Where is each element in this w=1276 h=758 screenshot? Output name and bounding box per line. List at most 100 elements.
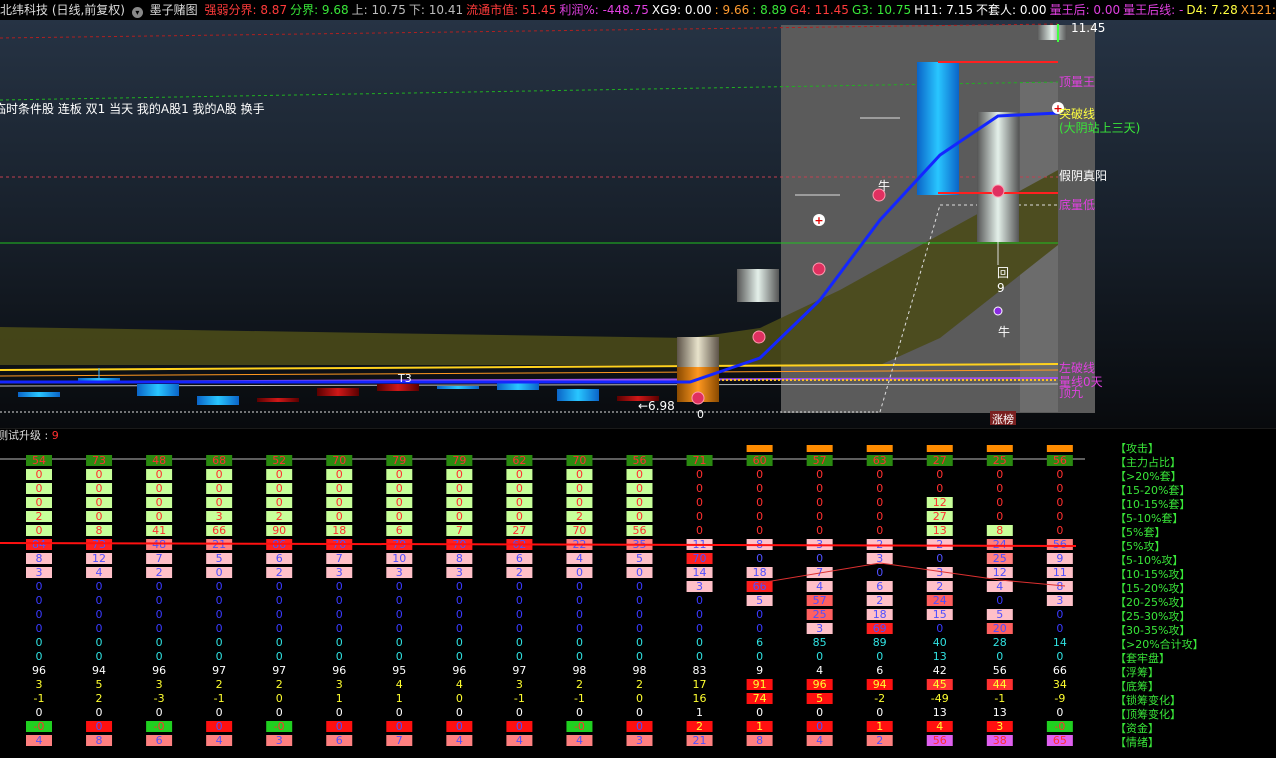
row-label: 【5%攻】	[1115, 539, 1165, 553]
grid-cell: 13	[933, 524, 947, 537]
grid-cell: 3	[156, 678, 163, 691]
grid-cell: -0	[1054, 720, 1065, 733]
grid-cell: 0	[996, 468, 1003, 481]
row-label: 【20-25%攻】	[1115, 595, 1190, 609]
grid-cell: 0	[576, 622, 583, 635]
grid-cell: 94	[92, 664, 106, 677]
grid-cell: 3	[36, 678, 43, 691]
grid-cell: 6	[876, 580, 883, 593]
grid-cell: 0	[96, 706, 103, 719]
grid-cell: 6	[276, 552, 283, 565]
grid-cell: 0	[996, 510, 1003, 523]
grid-cell: 4	[36, 734, 43, 747]
row-label: 【底筹】	[1115, 679, 1159, 693]
grid-cell: 4	[456, 678, 463, 691]
grid-cell: 98	[572, 664, 586, 677]
grid-cell: 96	[152, 664, 166, 677]
zero-label: 0	[697, 408, 704, 421]
attack-marker	[866, 445, 893, 452]
grid-cell: 0	[516, 706, 523, 719]
grid-cell: 3	[696, 580, 703, 593]
grid-cell: 56	[1053, 454, 1067, 467]
grid-cell: 84	[32, 538, 46, 551]
grid-cell: 8	[96, 734, 103, 747]
stock-title[interactable]: 北纬科技 (日线,前复权)	[0, 3, 125, 17]
grid-cell: 0	[216, 482, 223, 495]
grid-cell: 0	[336, 594, 343, 607]
candle	[677, 337, 719, 367]
grid-cell: 65	[1053, 734, 1067, 747]
row-label: 【>20%合计攻】	[1115, 637, 1204, 651]
right-label: 顶量王	[1059, 75, 1095, 89]
condition-bar[interactable]: 临时条件股 连板 双1 当天 我的A股1 我的A股 换手	[0, 101, 265, 116]
grid-cell: -0	[574, 720, 585, 733]
lower-indicator-panel[interactable]: 测试升级 : 9 54 73 48 68 52 70 79 79 62 70 56 71 60 57 63 2…	[0, 428, 1276, 758]
grid-cell: 0	[876, 496, 883, 509]
grid-cell: 3	[276, 734, 283, 747]
grid-cell: -0	[34, 720, 45, 733]
grid-cell: 0	[96, 636, 103, 649]
grid-cell: 0	[876, 524, 883, 537]
grid-cell: 0	[96, 496, 103, 509]
grid-cell: 0	[456, 580, 463, 593]
grid-cell: 3	[36, 566, 43, 579]
grid-cell: 60	[753, 454, 767, 467]
grid-cell: 0	[156, 706, 163, 719]
grid-cell: 6	[756, 636, 763, 649]
grid-cell: 0	[36, 496, 43, 509]
grid-cell: 0	[876, 706, 883, 719]
candle	[1037, 25, 1067, 40]
grid-cell: 0	[1056, 650, 1063, 663]
row-label: 【情绪】	[1115, 735, 1159, 749]
grid-cell: 0	[96, 594, 103, 607]
grid-cell: 8	[96, 524, 103, 537]
grid-cell: 0	[1056, 482, 1063, 495]
grid-cell: 0	[336, 636, 343, 649]
grid-cell: 41	[152, 524, 166, 537]
grid-cell: 0	[336, 706, 343, 719]
grid-cell: 0	[996, 594, 1003, 607]
grid-cell: 7	[396, 734, 403, 747]
grid-cell: 2	[636, 678, 643, 691]
grid-cell: 57	[813, 454, 827, 467]
pink-dot-marker	[812, 262, 826, 276]
grid-cell: 0	[156, 622, 163, 635]
grid-cell: 0	[156, 580, 163, 593]
grid-cell: 0	[276, 468, 283, 481]
indicator-item: D4: 7.28	[1186, 3, 1238, 17]
grid-cell: 2	[576, 678, 583, 691]
grid-cell: -0	[274, 720, 285, 733]
grid-cell: 0	[216, 622, 223, 635]
grid-cell: 0	[636, 720, 643, 733]
grid-cell: 2	[216, 678, 223, 691]
grid-cell: 0	[456, 496, 463, 509]
kline-chart[interactable]: + + 临时条件股 连板 双1 当天 我的A股1 我的A股 换手 11.45 ←…	[0, 20, 1276, 428]
grid-cell: 0	[756, 608, 763, 621]
grid-cell: 0	[276, 650, 283, 663]
grid-cell: 63	[873, 454, 887, 467]
niu-label-2: 牛	[998, 324, 1010, 339]
grid-cell: 0	[36, 482, 43, 495]
grid-cell: 73	[92, 454, 106, 467]
grid-cell: 56	[1053, 538, 1067, 551]
grid-cell: 85	[813, 636, 827, 649]
pink-dot-marker	[991, 184, 1005, 198]
grid-cell: 0	[96, 482, 103, 495]
grid-cell: 6	[876, 664, 883, 677]
right-label: 突破线	[1059, 106, 1095, 121]
right-label: 顶九	[1059, 386, 1083, 400]
formula-name[interactable]: 墨子赌图	[150, 3, 198, 17]
grid-cell: 0	[636, 566, 643, 579]
candle	[497, 383, 539, 390]
grid-cell: 0	[576, 608, 583, 621]
grid-cell: 0	[576, 496, 583, 509]
grid-cell: 34	[1053, 678, 1067, 691]
row-label: 【5%套】	[1115, 526, 1165, 539]
indicator-item: 量王后线: -	[1123, 3, 1184, 17]
grid-cell: 17	[693, 678, 707, 691]
grid-cell: 0	[636, 636, 643, 649]
grid-cell: 25	[813, 608, 827, 621]
hui-label: 回	[997, 266, 1009, 280]
grid-cell: 4	[516, 734, 523, 747]
formula-dropdown-icon[interactable]: ▾	[131, 7, 143, 18]
